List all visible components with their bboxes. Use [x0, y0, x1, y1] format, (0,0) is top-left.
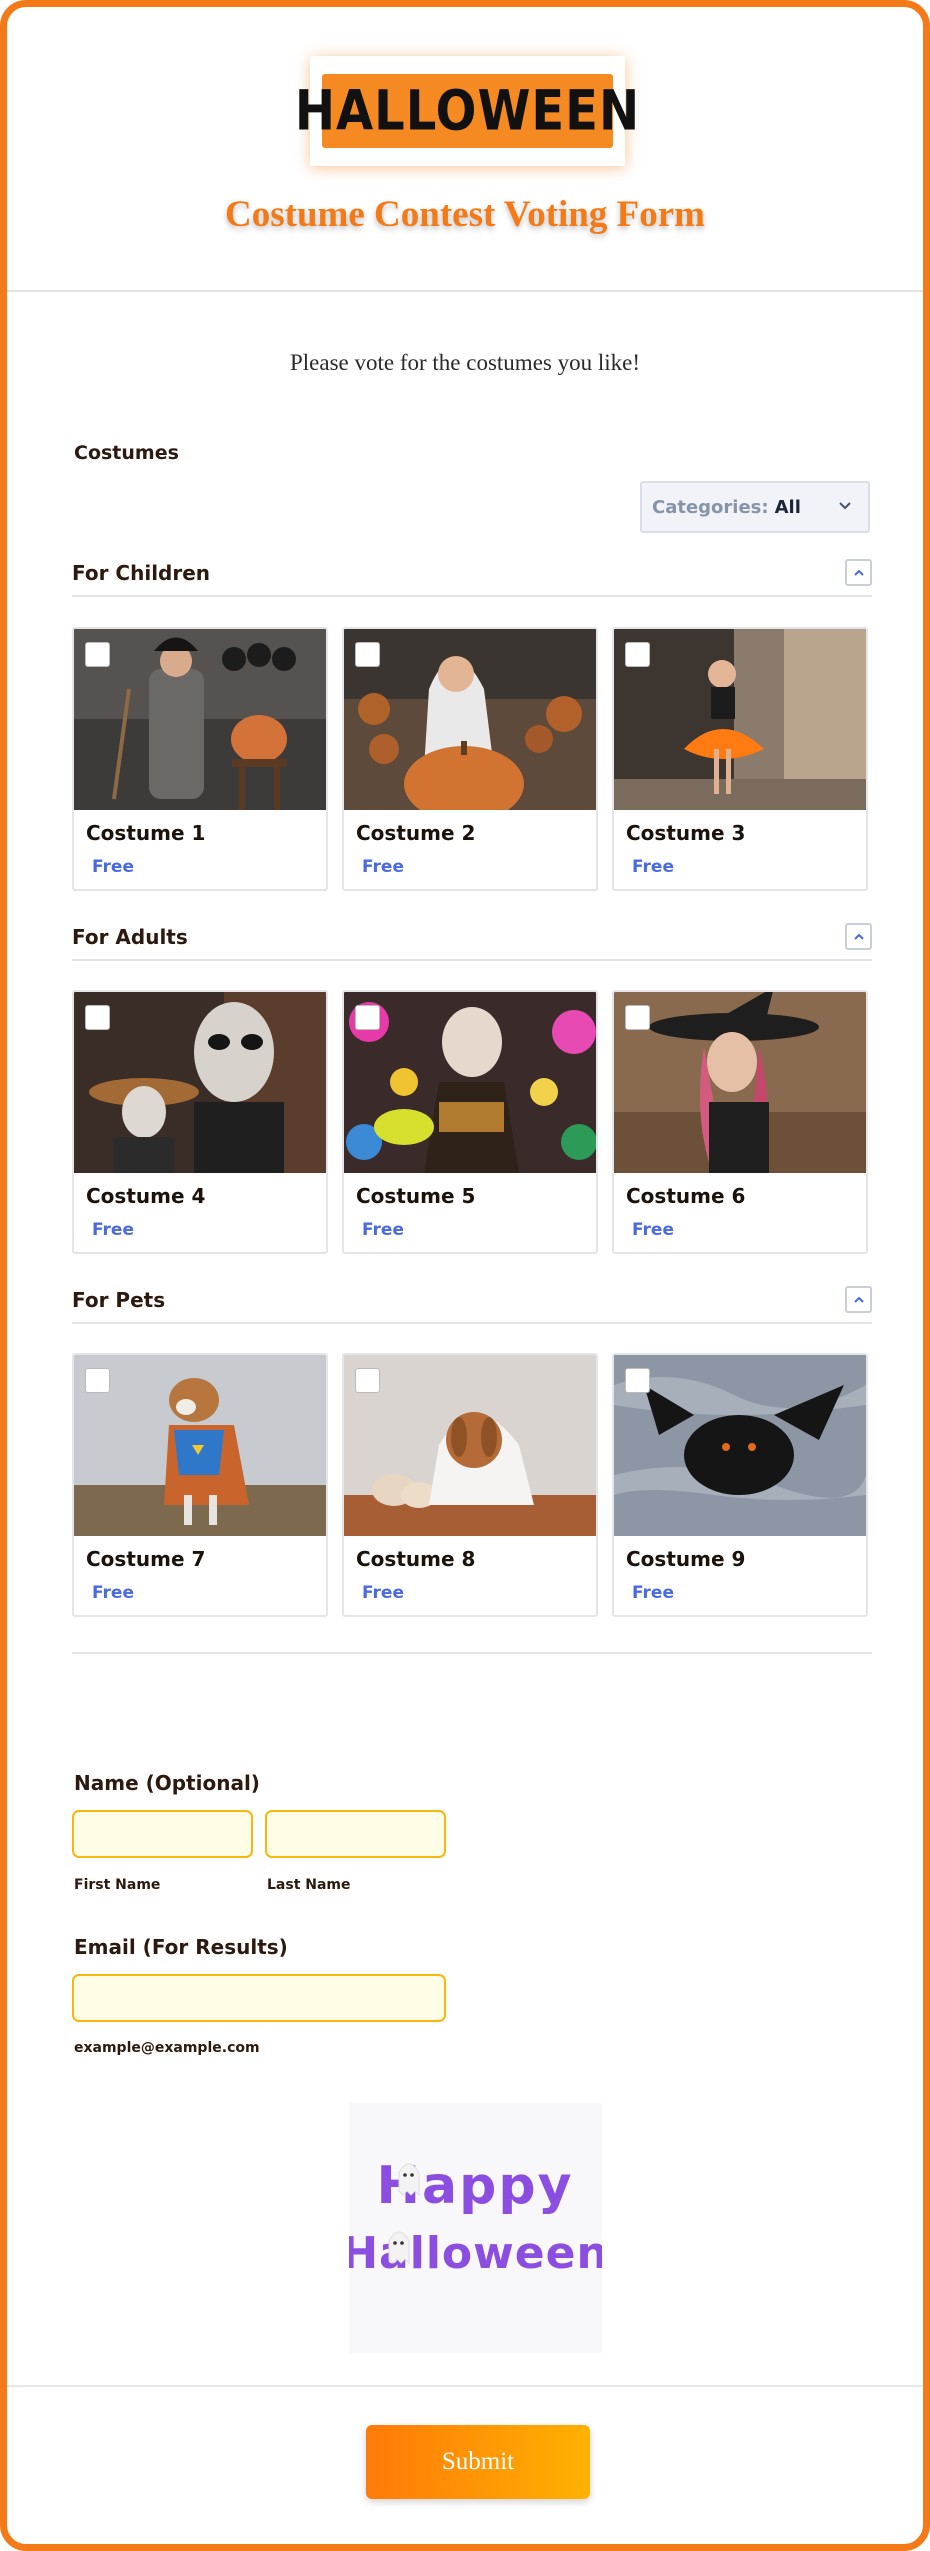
- group-title: For Adults: [72, 925, 188, 949]
- vote-checkbox[interactable]: [625, 1005, 650, 1030]
- costume-card-4[interactable]: Costume 4 Free: [72, 990, 328, 1254]
- form-header: HALLOWEEN Costume Contest Voting Form: [7, 7, 923, 292]
- costume-price: Free: [362, 1583, 404, 1603]
- costume-price: Free: [632, 857, 674, 877]
- vote-checkbox[interactable]: [355, 642, 380, 667]
- costume-price: Free: [362, 857, 404, 877]
- group-title: For Children: [72, 561, 211, 585]
- halloween-text: Halloween: [349, 2228, 602, 2279]
- costume-card-7[interactable]: Costume 7 Free: [72, 1353, 328, 1617]
- costume-photo-adult-catrina: [344, 992, 596, 1173]
- email-label: Email (For Results): [74, 1935, 288, 1959]
- costume-price: Free: [92, 1583, 134, 1603]
- collapse-button[interactable]: [845, 923, 872, 950]
- logo-text: HALLOWEEN: [294, 78, 641, 144]
- costume-name: Costume 6: [626, 1184, 746, 1208]
- costume-name: Costume 5: [356, 1184, 476, 1208]
- category-select-label: Categories:: [652, 496, 769, 518]
- last-name-input[interactable]: [265, 1810, 446, 1858]
- first-name-input[interactable]: [72, 1810, 253, 1858]
- collapse-button[interactable]: [845, 559, 872, 586]
- intro-text: Please vote for the costumes you like!: [289, 350, 641, 375]
- costume-price: Free: [92, 1220, 134, 1240]
- costume-photo-adult-skeleton: [74, 992, 326, 1173]
- halloween-logo: HALLOWEEN: [295, 56, 639, 166]
- costume-name: Costume 7: [86, 1547, 206, 1571]
- form-frame: HALLOWEEN Costume Contest Voting Form Pl…: [0, 0, 930, 2551]
- costume-photo-child-tutu: [614, 629, 866, 810]
- costume-photo-child-bunny: [344, 629, 596, 810]
- costume-card-3[interactable]: Costume 3 Free: [612, 627, 868, 891]
- vote-checkbox[interactable]: [85, 1368, 110, 1393]
- ghost-icon: [388, 2231, 410, 2265]
- costumes-label: Costumes: [74, 442, 179, 464]
- costume-photo-cat-bat: [614, 1355, 866, 1536]
- group-header-children: For Children: [72, 559, 872, 597]
- costume-price: Free: [632, 1220, 674, 1240]
- section-divider: [72, 1652, 872, 1654]
- costume-photo-dog-ghost: [344, 1355, 596, 1536]
- vote-checkbox[interactable]: [625, 1368, 650, 1393]
- chevron-up-icon: [853, 933, 864, 940]
- chevron-up-icon: [853, 1296, 864, 1303]
- category-select-value: All: [774, 496, 801, 518]
- costume-card-2[interactable]: Costume 2 Free: [342, 627, 598, 891]
- name-label: Name (Optional): [74, 1771, 260, 1795]
- vote-checkbox[interactable]: [85, 642, 110, 667]
- form-title: Costume Contest Voting Form: [225, 194, 705, 235]
- costume-card-5[interactable]: Costume 5 Free: [342, 990, 598, 1254]
- chevron-down-icon: [839, 502, 851, 510]
- costume-photo-dog-superman: [74, 1355, 326, 1536]
- email-sublabel: example@example.com: [74, 2040, 260, 2056]
- vote-checkbox[interactable]: [625, 642, 650, 667]
- costume-card-6[interactable]: Costume 6 Free: [612, 990, 868, 1254]
- costume-photo-child-witch: [74, 629, 326, 810]
- costume-price: Free: [632, 1583, 674, 1603]
- chevron-up-icon: [853, 569, 864, 576]
- costume-card-8[interactable]: Costume 8 Free: [342, 1353, 598, 1617]
- group-header-adults: For Adults: [72, 923, 872, 961]
- ghost-icon: [398, 2163, 420, 2197]
- costume-name: Costume 8: [356, 1547, 476, 1571]
- vote-checkbox[interactable]: [355, 1368, 380, 1393]
- costume-price: Free: [92, 857, 134, 877]
- group-header-pets: For Pets: [72, 1286, 872, 1324]
- collapse-button[interactable]: [845, 1286, 872, 1313]
- category-select[interactable]: Categories: All: [640, 481, 870, 533]
- email-input[interactable]: [72, 1974, 446, 2022]
- costume-name: Costume 9: [626, 1547, 746, 1571]
- first-name-sublabel: First Name: [74, 1877, 161, 1893]
- costume-price: Free: [362, 1220, 404, 1240]
- last-name-sublabel: Last Name: [267, 1877, 351, 1893]
- footer-divider: [7, 2385, 923, 2387]
- group-title: For Pets: [72, 1288, 166, 1312]
- happy-halloween-image: Happy Halloween: [341, 2103, 608, 2353]
- costume-photo-adult-witch: [614, 992, 866, 1173]
- costume-name: Costume 4: [86, 1184, 206, 1208]
- costume-name: Costume 1: [86, 821, 206, 845]
- vote-checkbox[interactable]: [355, 1005, 380, 1030]
- costume-name: Costume 3: [626, 821, 746, 845]
- costume-card-9[interactable]: Costume 9 Free: [612, 1353, 868, 1617]
- costume-name: Costume 2: [356, 821, 476, 845]
- vote-checkbox[interactable]: [85, 1005, 110, 1030]
- submit-button[interactable]: Submit: [366, 2425, 590, 2499]
- costume-card-1[interactable]: Costume 1 Free: [72, 627, 328, 891]
